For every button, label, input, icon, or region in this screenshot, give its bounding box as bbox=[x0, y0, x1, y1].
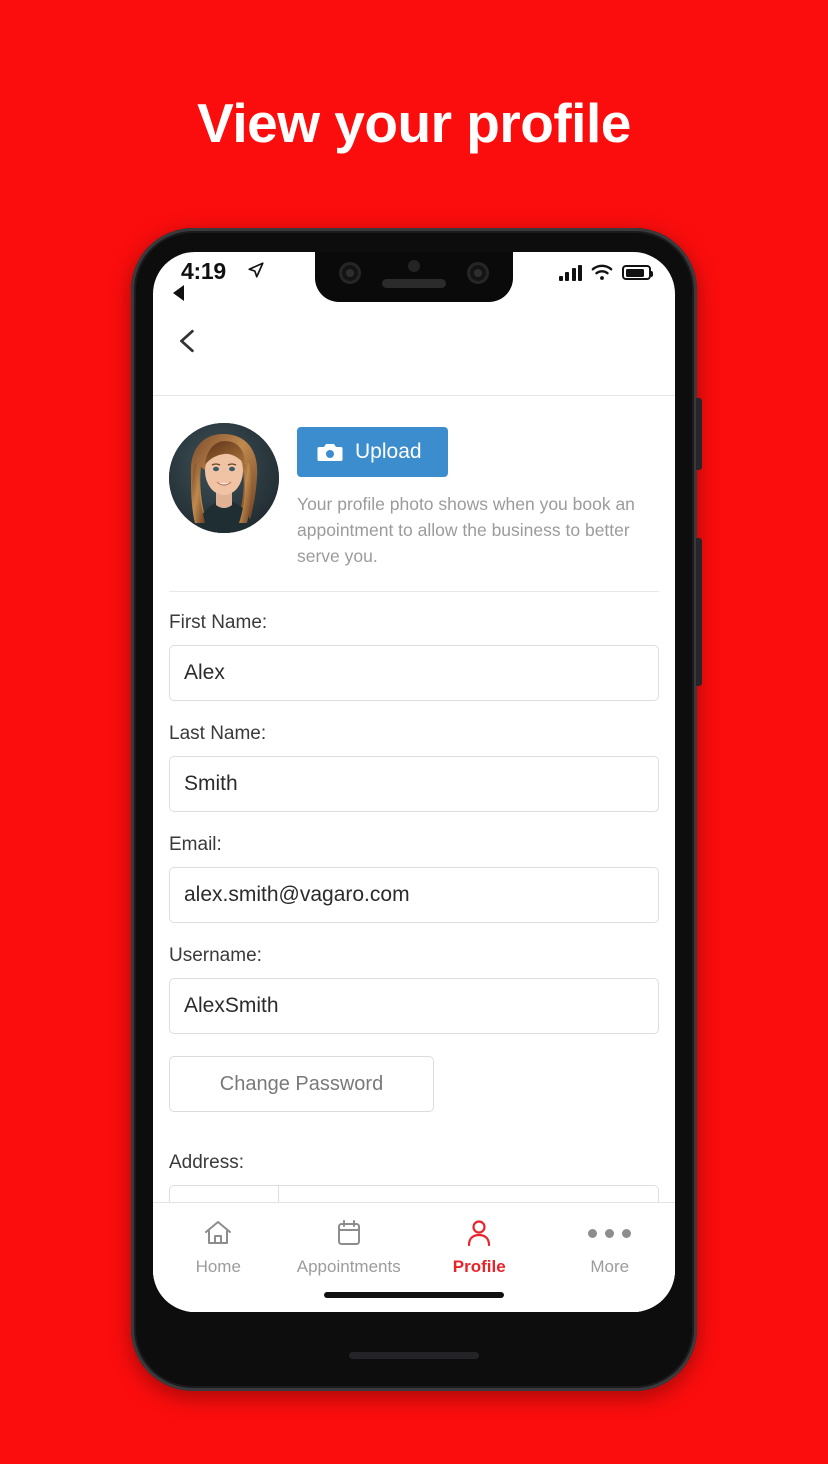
address-label: Address: bbox=[169, 1152, 244, 1173]
tab-home-label: Home bbox=[195, 1257, 241, 1276]
field-first-name: First Name: bbox=[169, 612, 659, 701]
home-indicator[interactable] bbox=[324, 1292, 504, 1298]
status-time: 4:19 bbox=[181, 258, 226, 284]
earpiece-speaker-icon bbox=[382, 279, 446, 288]
page-title: View your profile bbox=[197, 92, 631, 154]
battery-icon bbox=[622, 265, 653, 280]
location-arrow-icon bbox=[248, 262, 264, 278]
first-name-input[interactable] bbox=[169, 645, 659, 701]
photo-details: Upload Your profile photo shows when you… bbox=[297, 423, 659, 569]
profile-content: Upload Your profile photo shows when you… bbox=[153, 397, 675, 1312]
app-navigation-bar bbox=[153, 308, 675, 396]
chevron-left-icon[interactable] bbox=[175, 328, 201, 354]
profile-photo bbox=[169, 423, 279, 533]
status-indicators bbox=[558, 264, 653, 281]
photo-help-text: Your profile photo shows when you book a… bbox=[297, 494, 635, 566]
avatar[interactable] bbox=[169, 423, 279, 533]
back-triangle-icon[interactable] bbox=[173, 285, 184, 301]
field-last-name: Last Name: bbox=[169, 723, 659, 812]
email-input[interactable] bbox=[169, 867, 659, 923]
upload-button-label: Upload bbox=[355, 440, 422, 463]
calendar-icon bbox=[334, 1216, 364, 1250]
username-input[interactable] bbox=[169, 978, 659, 1034]
photo-section: Upload Your profile photo shows when you… bbox=[153, 397, 675, 569]
tab-more[interactable]: More bbox=[545, 1203, 676, 1312]
change-password-button[interactable]: Change Password bbox=[169, 1056, 434, 1112]
camera-lens-right-icon bbox=[467, 262, 489, 284]
wifi-icon bbox=[591, 264, 613, 280]
last-name-label: Last Name: bbox=[169, 723, 267, 744]
person-icon bbox=[464, 1216, 494, 1250]
upload-button[interactable]: Upload bbox=[297, 427, 448, 477]
first-name-label: First Name: bbox=[169, 612, 268, 633]
home-icon bbox=[203, 1216, 233, 1250]
notch bbox=[315, 252, 513, 302]
camera-lens-left-icon bbox=[339, 262, 361, 284]
tab-profile-label: Profile bbox=[452, 1257, 506, 1276]
username-label: Username: bbox=[169, 945, 262, 966]
phone-speaker-grille bbox=[349, 1352, 479, 1359]
phone-screen: 4:19 Upload Your profile photo shows whe… bbox=[153, 252, 675, 1312]
field-email: Email: bbox=[169, 834, 659, 923]
phone-frame: 4:19 Upload Your profile photo shows whe… bbox=[131, 228, 702, 1391]
power-button[interactable] bbox=[696, 398, 702, 470]
tab-appointments-label: Appointments bbox=[296, 1257, 401, 1276]
volume-button[interactable] bbox=[696, 538, 702, 686]
tab-more-label: More bbox=[590, 1257, 630, 1276]
email-label: Email: bbox=[169, 834, 222, 855]
sensor-dot-icon bbox=[408, 260, 420, 272]
field-username: Username: bbox=[169, 945, 659, 1034]
tab-home[interactable]: Home bbox=[153, 1203, 284, 1312]
last-name-input[interactable] bbox=[169, 756, 659, 812]
ellipsis-icon bbox=[588, 1216, 632, 1250]
cellular-bars-icon bbox=[558, 264, 582, 281]
camera-icon bbox=[317, 444, 343, 461]
profile-form: First Name: Last Name: Email: Username: … bbox=[153, 592, 675, 1241]
